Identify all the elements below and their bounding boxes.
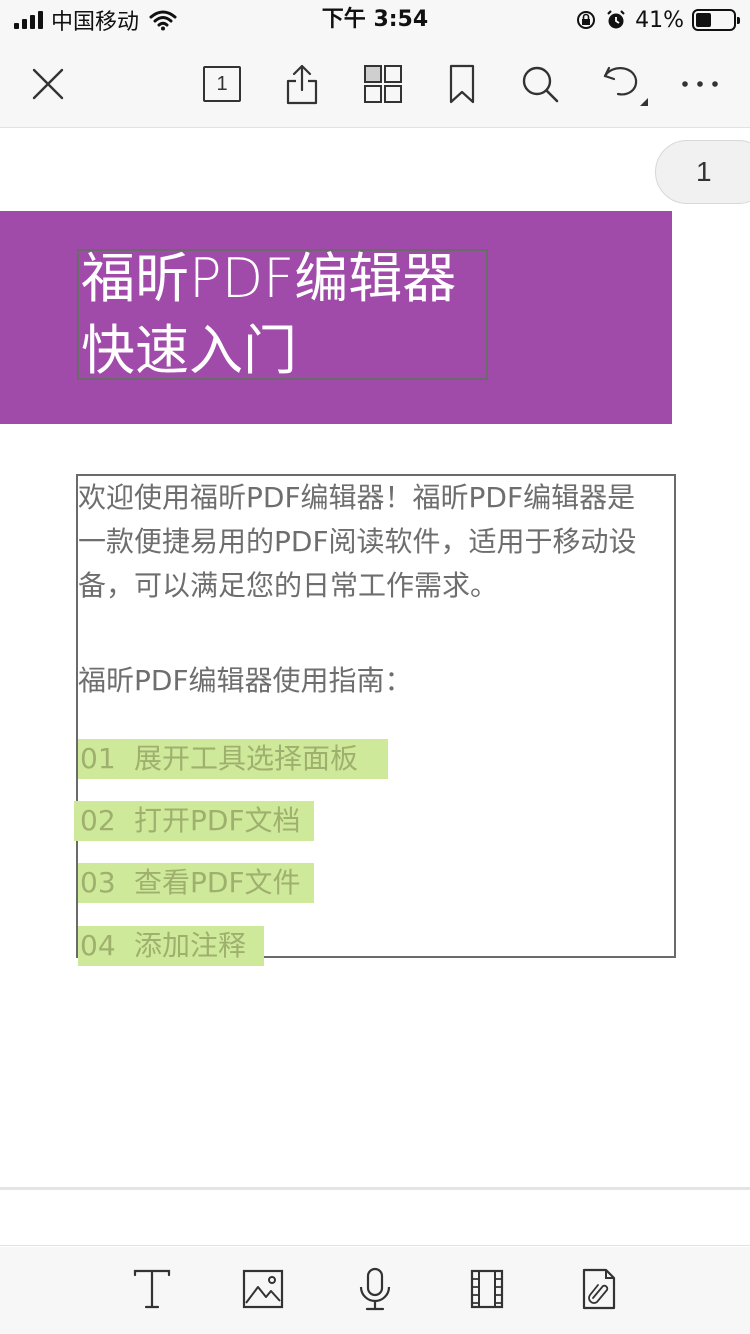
attachment-tool-button[interactable] [575,1265,623,1313]
more-icon [682,81,718,87]
title-banner: 福昕PDF编辑器 快速入门 [0,211,672,424]
audio-tool-button[interactable] [351,1265,399,1313]
bottom-toolbar [0,1247,750,1334]
guide-item-number: 02 [80,804,116,837]
bookmark-button[interactable] [438,60,486,108]
intro-line-3: 备，可以满足您的日常工作需求。 [78,569,499,602]
guide-item-number: 03 [80,866,116,899]
undo-icon [603,66,648,106]
intro-line-1: 欢迎使用福昕PDF编辑器！福昕PDF编辑器是 [78,481,636,514]
battery-percent: 41% [635,7,684,33]
page-count-label: 1 [216,72,228,95]
page-indicator-number: 1 [696,156,712,187]
guide-item-2[interactable]: 02 打开PDF文档 [74,801,314,841]
thumbnails-icon [364,65,402,103]
guide-item-number: 01 [80,742,116,775]
title-line-1: 福昕PDF编辑器 [81,247,457,310]
undo-button[interactable] [600,60,648,108]
page-count-icon: 1 [203,66,241,102]
guide-item-3[interactable]: 03 查看PDF文件 [78,863,314,903]
alarm-icon [607,10,625,29]
status-bar: 中国移动 下午 3:54 41% [0,0,750,40]
attachment-tool-icon [582,1268,616,1310]
image-tool-button[interactable] [239,1265,287,1313]
image-tool-icon [242,1269,284,1309]
guide-item-text: 打开PDF文档 [134,804,301,837]
guide-item-4[interactable]: 04 添加注释 [78,926,264,966]
document-view[interactable]: 1 福昕PDF编辑器 快速入门 欢迎使用福昕PDF编辑器！福昕PDF编辑器是 一… [0,129,750,1187]
thumbnails-button[interactable] [359,60,407,108]
text-tool-icon [133,1269,171,1309]
title-line-2: 快速入门 [81,319,297,382]
battery-icon [692,9,740,31]
body-text-box[interactable]: 欢迎使用福昕PDF编辑器！福昕PDF编辑器是 一款便捷易用的PDF阅读软件，适用… [74,474,676,966]
status-right: 41% [575,6,740,34]
audio-tool-icon [359,1267,391,1311]
share-button[interactable] [278,60,326,108]
battery-fill [696,13,711,27]
orientation-lock-icon [577,11,596,29]
guide-item-text: 展开工具选择面板 [134,742,359,775]
bookmark-icon [449,64,475,104]
guide-item-text: 添加注释 [134,929,247,962]
close-button[interactable] [24,60,72,108]
title-text-box[interactable]: 福昕PDF编辑器 快速入门 [77,247,488,382]
guide-item-text: 查看PDF文件 [134,866,301,899]
intro-line-2: 一款便捷易用的PDF阅读软件，适用于移动设 [78,525,637,558]
bottom-spacer [0,1190,750,1246]
text-tool-button[interactable] [128,1265,176,1313]
video-tool-icon [470,1269,504,1309]
page-count-button[interactable]: 1 [198,60,246,108]
video-tool-button[interactable] [463,1265,511,1313]
top-toolbar: 1 [0,40,750,128]
search-button[interactable] [516,60,564,108]
share-icon [286,64,318,105]
more-button[interactable] [676,60,724,108]
page-indicator[interactable]: 1 [655,140,750,204]
guide-item-1[interactable]: 01 展开工具选择面板 [78,739,388,779]
guide-item-number: 04 [80,929,116,962]
close-icon [32,68,64,100]
guide-heading: 福昕PDF编辑器使用指南： [78,664,413,697]
search-icon [522,66,559,103]
